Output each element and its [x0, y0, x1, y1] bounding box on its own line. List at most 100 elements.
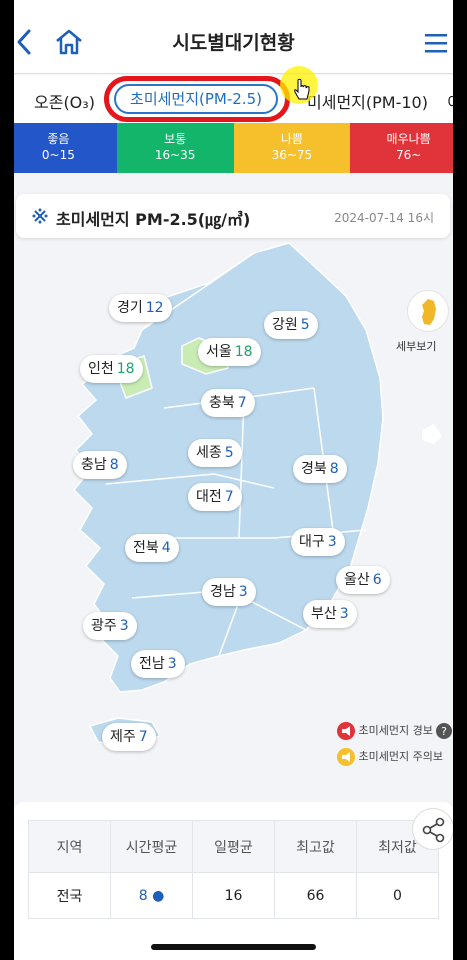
legend-very-bad-label: 매우나쁨	[386, 132, 431, 146]
page-title: 시도별대기현황	[172, 32, 295, 54]
region-label-jeju[interactable]: 제주 7	[102, 723, 156, 751]
region-value: 7	[237, 395, 247, 411]
cell-hourly-avg: 8 ●	[110, 872, 193, 919]
grade-legend: 좋음 0~15 보통 16~35 나쁨 36~75 매우나쁨 76~	[14, 123, 453, 173]
reference-mark-icon	[32, 208, 48, 224]
advisory-label: 초미세먼지 주의보	[358, 750, 443, 763]
region-name: 서울	[206, 344, 232, 360]
region-name: 제주	[110, 729, 136, 745]
region-label-jeonnam[interactable]: 전남 3	[131, 650, 185, 678]
legend-bad-label: 나쁨	[280, 132, 303, 146]
legend-good-label: 좋음	[47, 132, 70, 146]
col-header-max: 최고값	[274, 820, 357, 873]
region-label-chungbuk[interactable]: 충북 7	[201, 389, 255, 417]
region-label-jeonbuk[interactable]: 전북 4	[125, 534, 179, 562]
region-label-daejeon[interactable]: 대전 7	[188, 483, 242, 511]
region-value: 8	[109, 457, 119, 473]
korea-map: 경기 12 강원 5 인천 18 서울 18 충북 7 세종 5 충남 8 경북 8 대전 7 대…	[14, 238, 453, 798]
cell-min: 0	[356, 872, 439, 919]
legend-moderate: 보통 16~35	[116, 123, 234, 173]
col-header-hourly-avg: 시간평균	[110, 820, 193, 873]
advisory-legend: 초미세먼지 주의보	[337, 748, 443, 766]
region-value: 3	[167, 656, 177, 672]
table-header-row: 지역 시간평균 일평균 최고값 최저값	[28, 820, 439, 873]
region-name: 충남	[81, 457, 107, 473]
status-dot-icon: ●	[152, 887, 165, 904]
detail-view-button[interactable]	[407, 290, 449, 332]
detail-view-label[interactable]: 세부보기	[396, 338, 436, 354]
region-value: 3	[238, 584, 248, 600]
nationwide-summary-panel: 지역 시간평균 일평균 최고값 최저값 전국 8 ● 16 66 0	[14, 802, 453, 960]
legend-moderate-label: 보통	[164, 132, 187, 146]
share-icon	[422, 817, 445, 843]
region-value: 4	[161, 540, 171, 556]
region-value: 6	[372, 572, 382, 588]
region-value: 5	[300, 317, 310, 333]
app-screen: 시도별대기현황 오존(O₃) 미세먼지(PM-10) 이 초미세먼지(PM-2.…	[14, 0, 453, 960]
col-header-daily-avg: 일평균	[192, 820, 275, 873]
region-name: 강원	[272, 317, 298, 333]
region-label-ulsan[interactable]: 울산 6	[336, 566, 390, 594]
cell-daily-avg: 16	[192, 872, 275, 919]
region-name: 인천	[88, 361, 114, 377]
region-label-chungnam[interactable]: 충남 8	[73, 451, 127, 479]
measurement-time: 2024-07-14 16시	[334, 211, 434, 225]
region-value: 3	[327, 534, 337, 550]
region-name: 울산	[344, 572, 370, 588]
region-value: 18	[116, 361, 135, 377]
col-header-region: 지역	[28, 820, 111, 873]
region-label-sejong[interactable]: 세종 5	[188, 439, 242, 467]
legend-very-bad: 매우나쁨 76~	[350, 123, 453, 173]
region-label-gyeongnam[interactable]: 경남 3	[202, 578, 256, 606]
korea-map-shape	[72, 242, 442, 747]
region-name: 광주	[91, 618, 117, 634]
table-row: 전국 8 ● 16 66 0	[28, 872, 439, 919]
region-label-gwangju[interactable]: 광주 3	[83, 612, 137, 640]
region-name: 전북	[133, 540, 159, 556]
legend-moderate-range: 16~35	[154, 148, 196, 162]
summary-table: 지역 시간평균 일평균 최고값 최저값 전국 8 ● 16 66 0	[28, 820, 439, 919]
card-title: 초미세먼지 PM-2.5(㎍/㎥)	[56, 210, 251, 229]
legend-good-range: 0~15	[41, 148, 75, 162]
region-label-seoul[interactable]: 서울 18	[198, 338, 261, 366]
region-name: 부산	[311, 606, 337, 622]
region-value: 5	[224, 445, 234, 461]
region-name: 충북	[209, 395, 235, 411]
region-value: 3	[119, 618, 129, 634]
svg-text:?: ?	[441, 725, 447, 738]
menu-icon[interactable]	[424, 32, 448, 54]
cell-max: 66	[274, 872, 357, 919]
alert-label: 초미세먼지 경보	[358, 724, 433, 737]
region-value: 7	[138, 729, 148, 745]
region-name: 경북	[301, 461, 327, 477]
region-label-gyeonggi[interactable]: 경기 12	[109, 294, 172, 322]
legend-good: 좋음 0~15	[14, 123, 117, 173]
region-label-daegu[interactable]: 대구 3	[291, 528, 345, 556]
help-icon[interactable]: ?	[436, 723, 453, 739]
region-value: 12	[145, 300, 164, 316]
legend-bad: 나쁨 36~75	[233, 123, 351, 173]
share-button[interactable]	[412, 808, 453, 850]
region-name: 전남	[139, 656, 165, 672]
korea-map-icon	[422, 299, 436, 325]
region-value: 8	[329, 461, 339, 477]
pollutant-info-card: 초미세먼지 PM-2.5(㎍/㎥) 2024-07-14 16시	[16, 194, 450, 238]
hourly-avg-value: 8	[138, 887, 148, 904]
tab-pm10[interactable]: 미세먼지(PM-10)	[307, 89, 428, 113]
region-label-incheon[interactable]: 인천 18	[80, 355, 143, 383]
alert-legend: 초미세먼지 경보 ?	[337, 722, 453, 740]
megaphone-advisory-icon	[337, 748, 355, 766]
region-name: 경기	[117, 300, 143, 316]
home-indicator[interactable]	[151, 944, 316, 950]
region-value: 7	[224, 489, 234, 505]
legend-very-bad-range: 76~	[395, 148, 422, 162]
region-name: 경남	[210, 584, 236, 600]
region-label-gangwon[interactable]: 강원 5	[264, 311, 318, 339]
region-label-gyeongbuk[interactable]: 경북 8	[293, 455, 347, 483]
legend-bad-range: 36~75	[271, 148, 313, 162]
tab-next-partial[interactable]: 이	[447, 89, 453, 113]
region-name: 대구	[299, 534, 325, 550]
tab-ozone[interactable]: 오존(O₃)	[34, 89, 95, 113]
region-value: 3	[339, 606, 349, 622]
region-label-busan[interactable]: 부산 3	[303, 600, 357, 628]
